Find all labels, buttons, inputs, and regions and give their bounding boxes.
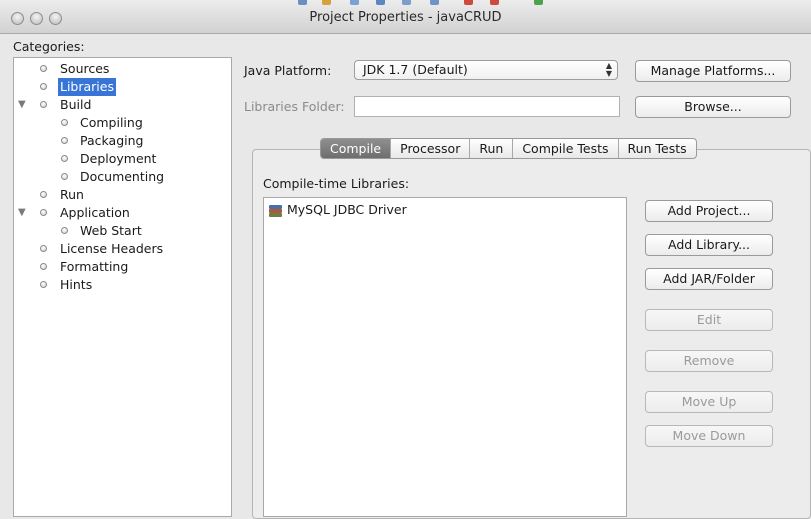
java-platform-value: JDK 1.7 (Default) xyxy=(363,62,468,77)
libraries-folder-label: Libraries Folder: xyxy=(244,99,345,114)
move-down-button[interactable]: Move Down xyxy=(645,425,773,447)
background-toolbar-icons xyxy=(272,0,572,8)
tree-node-icon xyxy=(40,83,47,90)
expand-triangle-icon[interactable]: ▼ xyxy=(18,204,26,222)
tab-run-tests[interactable]: Run Tests xyxy=(617,139,696,158)
tree-node-icon xyxy=(40,191,47,198)
tab-processor[interactable]: Processor xyxy=(390,139,469,158)
tree-node-icon xyxy=(40,263,47,270)
tree-node-icon xyxy=(40,281,47,288)
edit-button[interactable]: Edit xyxy=(645,309,773,331)
tab-bar: Compile Processor Run Compile Tests Run … xyxy=(320,138,697,159)
tree-node-icon xyxy=(61,155,68,162)
remove-button[interactable]: Remove xyxy=(645,350,773,372)
add-project-button[interactable]: Add Project... xyxy=(645,200,773,222)
tree-node-icon xyxy=(61,137,68,144)
tree-node-icon xyxy=(61,227,68,234)
library-books-icon xyxy=(268,204,283,218)
compile-libraries-label: Compile-time Libraries: xyxy=(263,176,410,191)
title-bar: Project Properties - javaCRUD xyxy=(0,0,811,34)
categories-label: Categories: xyxy=(13,39,85,54)
library-name: MySQL JDBC Driver xyxy=(287,202,407,217)
add-jar-folder-button[interactable]: Add JAR/Folder xyxy=(645,268,773,290)
tab-run[interactable]: Run xyxy=(469,139,512,158)
tab-compile-tests[interactable]: Compile Tests xyxy=(512,139,617,158)
compile-libraries-list[interactable]: MySQL JDBC Driver xyxy=(263,197,627,517)
tree-node-icon xyxy=(40,101,47,108)
expand-triangle-icon[interactable]: ▼ xyxy=(18,96,26,114)
list-item[interactable]: MySQL JDBC Driver xyxy=(268,201,407,219)
manage-platforms-button[interactable]: Manage Platforms... xyxy=(635,60,791,82)
tree-node-icon xyxy=(40,65,47,72)
window-title: Project Properties - javaCRUD xyxy=(309,10,502,25)
add-library-button[interactable]: Add Library... xyxy=(645,234,773,256)
tree-node-icon xyxy=(40,209,47,216)
java-platform-select[interactable]: JDK 1.7 (Default) ▲ ▼ xyxy=(354,60,618,80)
select-updown-icon: ▲ ▼ xyxy=(605,61,612,78)
tree-node-icon xyxy=(61,173,68,180)
tree-node-icon xyxy=(61,119,68,126)
move-up-button[interactable]: Move Up xyxy=(645,391,773,413)
categories-tree: Sources Libraries ▼ Build Compiling Pack… xyxy=(13,57,232,517)
browse-button[interactable]: Browse... xyxy=(635,96,791,118)
tree-node-icon xyxy=(40,245,47,252)
java-platform-label: Java Platform: xyxy=(244,63,332,78)
tab-compile[interactable]: Compile xyxy=(321,139,391,158)
libraries-folder-field[interactable] xyxy=(354,96,620,117)
